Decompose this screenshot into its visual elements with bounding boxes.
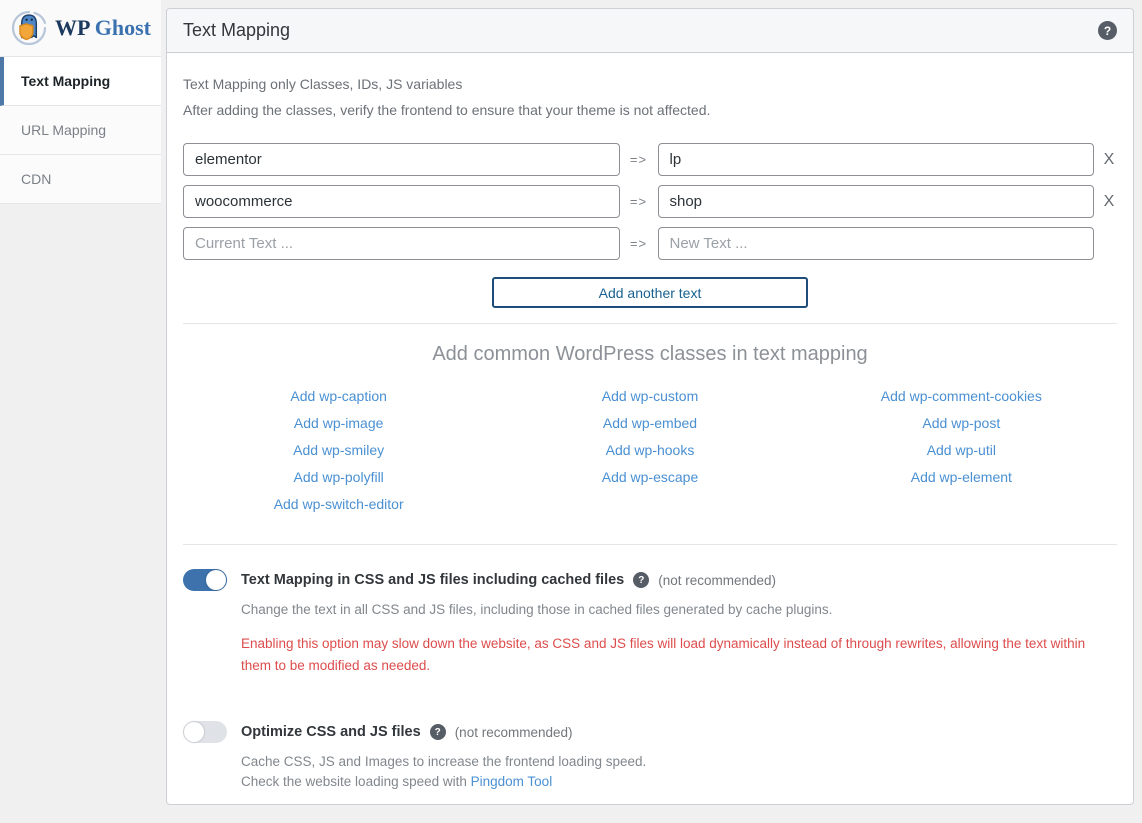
section-divider <box>183 323 1117 324</box>
remove-row-button[interactable]: X <box>1101 185 1117 218</box>
toggle-label: Optimize CSS and JS files <box>241 724 421 740</box>
current-text-input[interactable] <box>183 227 620 260</box>
add-wp-util-link[interactable]: Add wp-util <box>806 440 1117 460</box>
toggle-label: Text Mapping in CSS and JS files includi… <box>241 572 624 588</box>
card-body: Text Mapping only Classes, IDs, JS varia… <box>167 53 1133 791</box>
intro-line-2: After adding the classes, verify the fro… <box>183 101 1117 119</box>
common-classes-heading: Add common WordPress classes in text map… <box>183 343 1117 366</box>
optimize-css-js-toggle[interactable] <box>183 721 227 743</box>
not-recommended-note: (not recommended) <box>455 725 573 740</box>
add-wp-element-link[interactable]: Add wp-element <box>806 467 1117 487</box>
sidebar-item-label: URL Mapping <box>21 122 106 138</box>
toggle-warning: Enabling this option may slow down the w… <box>241 633 1117 677</box>
logo-wp-text: WP <box>55 15 89 40</box>
intro-line-1: Text Mapping only Classes, IDs, JS varia… <box>183 75 1117 93</box>
add-wp-post-link[interactable]: Add wp-post <box>806 413 1117 433</box>
current-text-input[interactable] <box>183 143 620 176</box>
mapping-row: => X <box>183 185 1117 218</box>
not-recommended-note: (not recommended) <box>658 573 776 588</box>
add-wp-escape-link[interactable]: Add wp-escape <box>494 467 805 487</box>
help-icon[interactable]: ? <box>1098 21 1117 40</box>
speed-check-text: Check the website loading speed with <box>241 774 471 789</box>
ghost-logo-icon <box>10 9 48 47</box>
add-wp-embed-link[interactable]: Add wp-embed <box>494 413 805 433</box>
add-wp-custom-link[interactable]: Add wp-custom <box>494 386 805 406</box>
sidebar-item-cdn[interactable]: CDN <box>0 155 161 204</box>
remove-row-button[interactable]: X <box>1101 143 1117 176</box>
pingdom-tool-link[interactable]: Pingdom Tool <box>471 774 553 789</box>
css-js-text-mapping-toggle[interactable] <box>183 569 227 591</box>
toggle-description: Cache CSS, JS and Images to increase the… <box>241 752 1117 771</box>
arrow-separator: => <box>627 236 651 251</box>
sidebar-item-label: Text Mapping <box>21 73 110 89</box>
sidebar-item-label: CDN <box>21 171 51 187</box>
new-text-input[interactable] <box>658 185 1095 218</box>
settings-card: Text Mapping ? Text Mapping only Classes… <box>166 8 1134 805</box>
add-wp-caption-link[interactable]: Add wp-caption <box>183 386 494 406</box>
mapping-row-empty: => <box>183 227 1117 260</box>
help-icon[interactable]: ? <box>430 724 446 740</box>
css-js-text-mapping-section: Text Mapping in CSS and JS files includi… <box>183 569 1117 677</box>
add-another-text-button[interactable]: Add another text <box>492 277 808 308</box>
page-title: Text Mapping <box>183 20 290 41</box>
classes-column-2: Add wp-custom Add wp-embed Add wp-hooks … <box>494 379 805 521</box>
current-text-input[interactable] <box>183 185 620 218</box>
arrow-separator: => <box>627 152 651 167</box>
classes-column-3: Add wp-comment-cookies Add wp-post Add w… <box>806 379 1117 521</box>
add-wp-switch-editor-link[interactable]: Add wp-switch-editor <box>183 494 494 514</box>
classes-column-1: Add wp-caption Add wp-image Add wp-smile… <box>183 379 494 521</box>
mapping-rows: => X => X => <box>183 143 1117 260</box>
wp-ghost-logo: WP Ghost <box>0 0 161 57</box>
sidebar-item-url-mapping[interactable]: URL Mapping <box>0 106 161 155</box>
logo-ghost-text: Ghost <box>95 15 151 40</box>
sidebar-item-text-mapping[interactable]: Text Mapping <box>0 57 161 106</box>
mapping-row: => X <box>183 143 1117 176</box>
sidebar: WP Ghost Text Mapping URL Mapping CDN <box>0 0 161 204</box>
help-icon[interactable]: ? <box>633 572 649 588</box>
toggle-description-2: Check the website loading speed with Pin… <box>241 772 1117 791</box>
add-wp-image-link[interactable]: Add wp-image <box>183 413 494 433</box>
logo-wordmark: WP Ghost <box>55 15 151 41</box>
add-wp-smiley-link[interactable]: Add wp-smiley <box>183 440 494 460</box>
add-wp-hooks-link[interactable]: Add wp-hooks <box>494 440 805 460</box>
section-divider <box>183 544 1117 545</box>
card-header: Text Mapping ? <box>167 9 1133 53</box>
add-wp-polyfill-link[interactable]: Add wp-polyfill <box>183 467 494 487</box>
new-text-input[interactable] <box>658 143 1095 176</box>
new-text-input[interactable] <box>658 227 1095 260</box>
optimize-css-js-section: Optimize CSS and JS files ? (not recomme… <box>183 721 1117 791</box>
common-classes-grid: Add wp-caption Add wp-image Add wp-smile… <box>183 379 1117 521</box>
arrow-separator: => <box>627 194 651 209</box>
toggle-description: Change the text in all CSS and JS files,… <box>241 600 1117 619</box>
add-wp-comment-cookies-link[interactable]: Add wp-comment-cookies <box>806 386 1117 406</box>
